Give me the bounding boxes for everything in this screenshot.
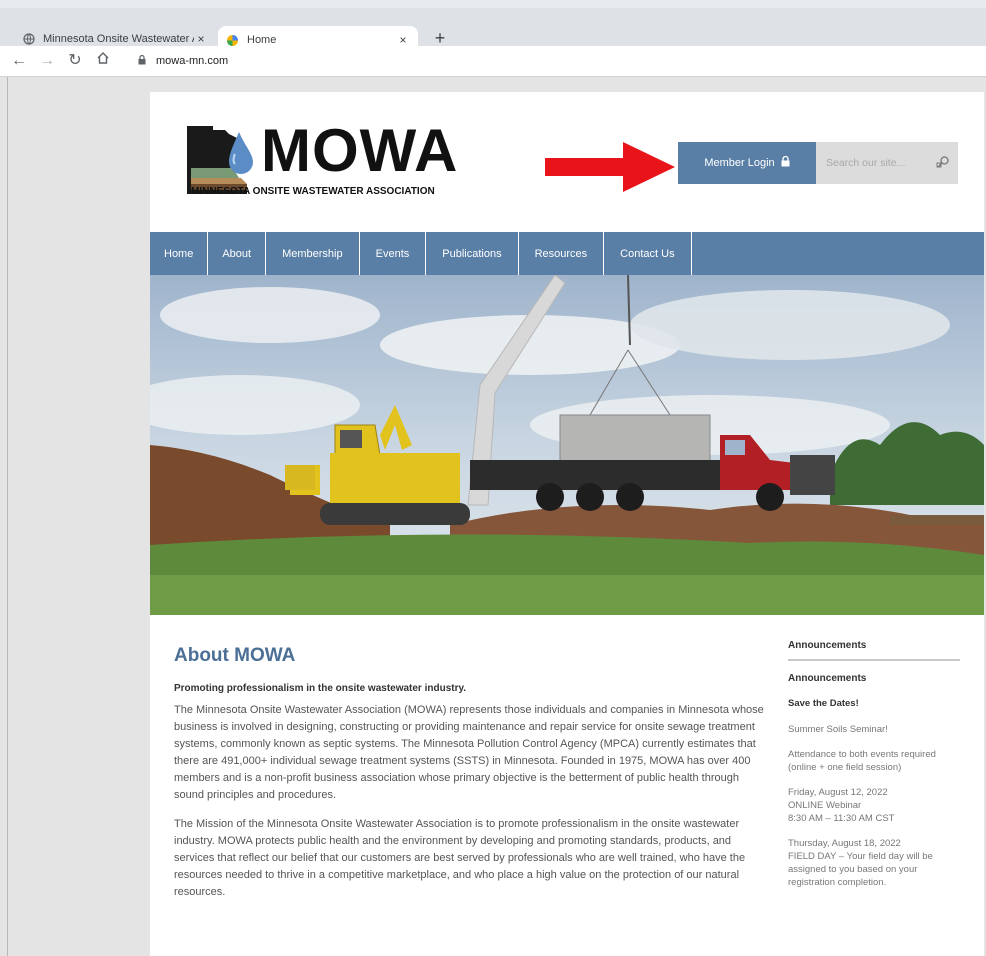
back-arrow-icon[interactable]: ← — [7, 49, 31, 73]
url-text: mowa-mn.com — [156, 55, 229, 67]
nav-item-membership[interactable]: Membership — [266, 232, 360, 275]
sidebar-subtitle[interactable]: Announcements — [788, 673, 960, 684]
tab-close-icon[interactable]: × — [396, 33, 410, 47]
nav-item-publications[interactable]: Publications — [426, 232, 519, 275]
page-title: About MOWA — [174, 645, 296, 666]
search-box — [816, 142, 958, 184]
mowa-logo[interactable]: MOWA MINNESOTA ONSITE WASTEWATER ASSOCIA… — [185, 120, 485, 204]
window-top-strip — [0, 0, 986, 8]
logo-text: MOWA — [261, 117, 459, 184]
tab-bar: Minnesota Onsite Wastewater As × Home × … — [0, 8, 986, 54]
nav-item-about[interactable]: About — [208, 232, 267, 275]
logo-subtitle: MINNESOTA ONSITE WASTEWATER ASSOCIATION — [191, 186, 435, 197]
mission-paragraph: The Mission of the Minnesota Onsite Wast… — [174, 818, 746, 898]
event-1: Friday, August 12, 2022 ONLINE Webinar 8… — [788, 786, 960, 825]
site-container: MOWA MINNESOTA ONSITE WASTEWATER ASSOCIA… — [150, 92, 984, 956]
save-the-dates: Save the Dates! — [788, 698, 859, 709]
announcements-sidebar: Announcements Announcements Save the Dat… — [788, 640, 960, 901]
page-left-border — [7, 77, 8, 956]
about-paragraph: The Minnesota Onsite Wastewater Associat… — [174, 704, 764, 801]
forward-arrow-icon[interactable]: → — [35, 49, 59, 73]
event-2-desc: FIELD DAY – Your field day will be assig… — [788, 851, 933, 888]
member-login-label: Member Login — [704, 157, 775, 169]
tab-label: Home — [247, 34, 277, 46]
search-icon[interactable] — [936, 155, 950, 172]
event-1-type: ONLINE Webinar — [788, 800, 862, 811]
tagline: Promoting professionalism in the onsite … — [174, 683, 467, 694]
member-login-button[interactable]: Member Login — [678, 142, 816, 184]
event-2-date: Thursday, August 18, 2022 — [788, 838, 901, 849]
nav-item-events[interactable]: Events — [360, 232, 427, 275]
search-input[interactable] — [826, 157, 936, 169]
about-section: About MOWA Promoting professionalism in … — [174, 645, 764, 913]
sidebar-title: Announcements — [788, 640, 960, 661]
red-arrow-icon — [545, 142, 675, 192]
reload-icon[interactable]: ↻ — [63, 49, 87, 73]
nav-item-contact-us[interactable]: Contact Us — [604, 232, 692, 275]
home-icon[interactable] — [91, 49, 115, 73]
event-1-date: Friday, August 12, 2022 — [788, 787, 888, 798]
tab-close-icon[interactable]: × — [194, 32, 208, 46]
lock-icon — [781, 155, 790, 170]
address-bar[interactable]: mowa-mn.com — [126, 49, 986, 73]
browser-toolbar: ← → ↻ mowa-mn.com — [0, 46, 986, 76]
main-nav: Home About Membership Events Publication… — [150, 232, 984, 275]
tab-label: Minnesota Onsite Wastewater As — [43, 33, 194, 45]
hero-image — [150, 275, 984, 615]
globe-icon — [22, 33, 35, 46]
event-1-time: 8:30 AM – 11:30 AM CST — [788, 813, 895, 824]
lock-icon — [138, 54, 146, 68]
site-favicon-icon — [226, 34, 239, 47]
nav-item-resources[interactable]: Resources — [519, 232, 605, 275]
attendance-note: Attendance to both events required (onli… — [788, 749, 936, 773]
nav-item-home[interactable]: Home — [150, 232, 209, 275]
seminar-name: Summer Soils Seminar! — [788, 724, 888, 735]
event-2: Thursday, August 18, 2022 FIELD DAY – Yo… — [788, 837, 960, 889]
